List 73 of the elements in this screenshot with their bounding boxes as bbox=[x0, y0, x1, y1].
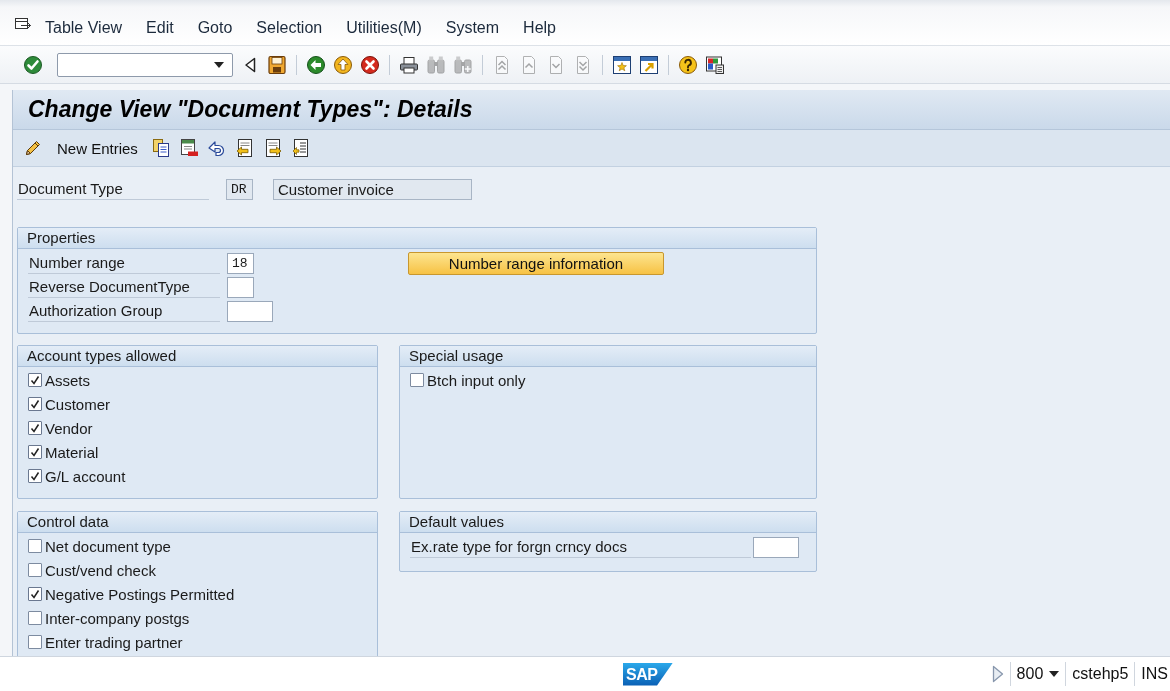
checkbox-label: Inter-company postgs bbox=[45, 609, 190, 627]
tick-icon bbox=[30, 447, 40, 457]
client-text: 800 bbox=[1016, 665, 1044, 683]
checkbox[interactable] bbox=[28, 421, 42, 435]
user-text: cstehp5 bbox=[1072, 665, 1129, 683]
checkbox-label: Btch input only bbox=[427, 371, 526, 389]
menu-item[interactable]: Utilities(M) bbox=[346, 18, 422, 37]
field-label: Number range bbox=[28, 252, 220, 274]
checkbox[interactable] bbox=[28, 373, 42, 387]
checkbox-label: Customer bbox=[45, 395, 111, 413]
tick-icon bbox=[30, 423, 40, 433]
checkbox-label: Cust/vend check bbox=[45, 561, 156, 579]
tick-icon bbox=[30, 375, 40, 385]
checkbox[interactable] bbox=[28, 397, 42, 411]
checkbox[interactable] bbox=[28, 611, 42, 625]
menu-item[interactable]: Table View bbox=[45, 18, 123, 37]
tick-icon bbox=[30, 399, 40, 409]
input-field[interactable] bbox=[753, 536, 799, 558]
checkbox[interactable] bbox=[410, 373, 424, 387]
group-header: Special usage bbox=[400, 346, 816, 367]
caret-icon[interactable] bbox=[1049, 671, 1060, 677]
play-triangle-icon[interactable] bbox=[991, 665, 1004, 683]
checkbox[interactable] bbox=[28, 539, 42, 553]
menu-item[interactable]: Selection bbox=[256, 18, 323, 37]
input-field: Customer invoice bbox=[273, 178, 472, 200]
up-arrow-circle-icon[interactable] bbox=[333, 54, 353, 75]
screen-title: Change View "Document Types": Details bbox=[28, 96, 473, 123]
checkbox-label: Net document type bbox=[45, 537, 171, 555]
checkbox-label: Negative Postings Permitted bbox=[45, 585, 235, 603]
menu-item[interactable]: Goto bbox=[197, 18, 233, 37]
checkbox[interactable] bbox=[28, 445, 42, 459]
logo: SAP bbox=[623, 662, 673, 686]
checkbox[interactable] bbox=[28, 469, 42, 483]
command-field[interactable] bbox=[57, 52, 233, 77]
menu-item[interactable]: System bbox=[445, 18, 500, 37]
checkbox-label: Enter trading partner bbox=[45, 633, 183, 651]
menu-item[interactable]: Edit bbox=[146, 18, 174, 37]
checkbox[interactable] bbox=[28, 635, 42, 649]
checkbox-label: Vendor bbox=[45, 419, 93, 437]
checkbox-label: Material bbox=[45, 443, 99, 461]
checkbox[interactable] bbox=[28, 563, 42, 577]
field-label: Authorization Group bbox=[28, 300, 220, 322]
check-icon[interactable] bbox=[23, 54, 43, 75]
document-minus-icon[interactable] bbox=[178, 138, 199, 158]
pencil-icon bbox=[23, 138, 43, 158]
group-header: Account types allowed bbox=[18, 346, 377, 367]
printer-icon[interactable] bbox=[399, 54, 419, 75]
document-lines-icon[interactable] bbox=[290, 138, 311, 158]
input-field[interactable] bbox=[227, 276, 254, 298]
input-field[interactable] bbox=[227, 300, 273, 322]
checkbox-label: G/L account bbox=[45, 467, 126, 485]
group-header: Default values bbox=[400, 512, 816, 533]
checkbox-label: Assets bbox=[45, 371, 90, 389]
field-label: Ex.rate type for forgn crncy docs bbox=[410, 536, 751, 558]
caret-icon[interactable] bbox=[214, 61, 224, 68]
color-grid-icon[interactable] bbox=[705, 54, 725, 75]
field-label: Reverse DocumentType bbox=[28, 276, 220, 298]
tick-icon bbox=[30, 589, 40, 599]
input-field: DR bbox=[226, 178, 253, 200]
new-entries-button[interactable]: New Entries bbox=[23, 138, 138, 158]
copy-icon[interactable] bbox=[150, 138, 171, 158]
mode-text: INS bbox=[1141, 665, 1168, 683]
field-label: Document Type bbox=[17, 178, 209, 200]
group-header: Control data bbox=[18, 512, 377, 533]
left-arrow-circle-icon[interactable] bbox=[306, 54, 326, 75]
menu-item[interactable]: Help bbox=[523, 18, 556, 37]
tick-icon bbox=[30, 471, 40, 481]
input-field[interactable]: 18 bbox=[227, 252, 254, 274]
number-range-button[interactable]: Number range information bbox=[408, 252, 664, 275]
group-header: Properties bbox=[18, 228, 816, 249]
checkbox[interactable] bbox=[28, 587, 42, 601]
x-circle-icon[interactable] bbox=[360, 54, 380, 75]
help-icon[interactable] bbox=[678, 54, 698, 75]
